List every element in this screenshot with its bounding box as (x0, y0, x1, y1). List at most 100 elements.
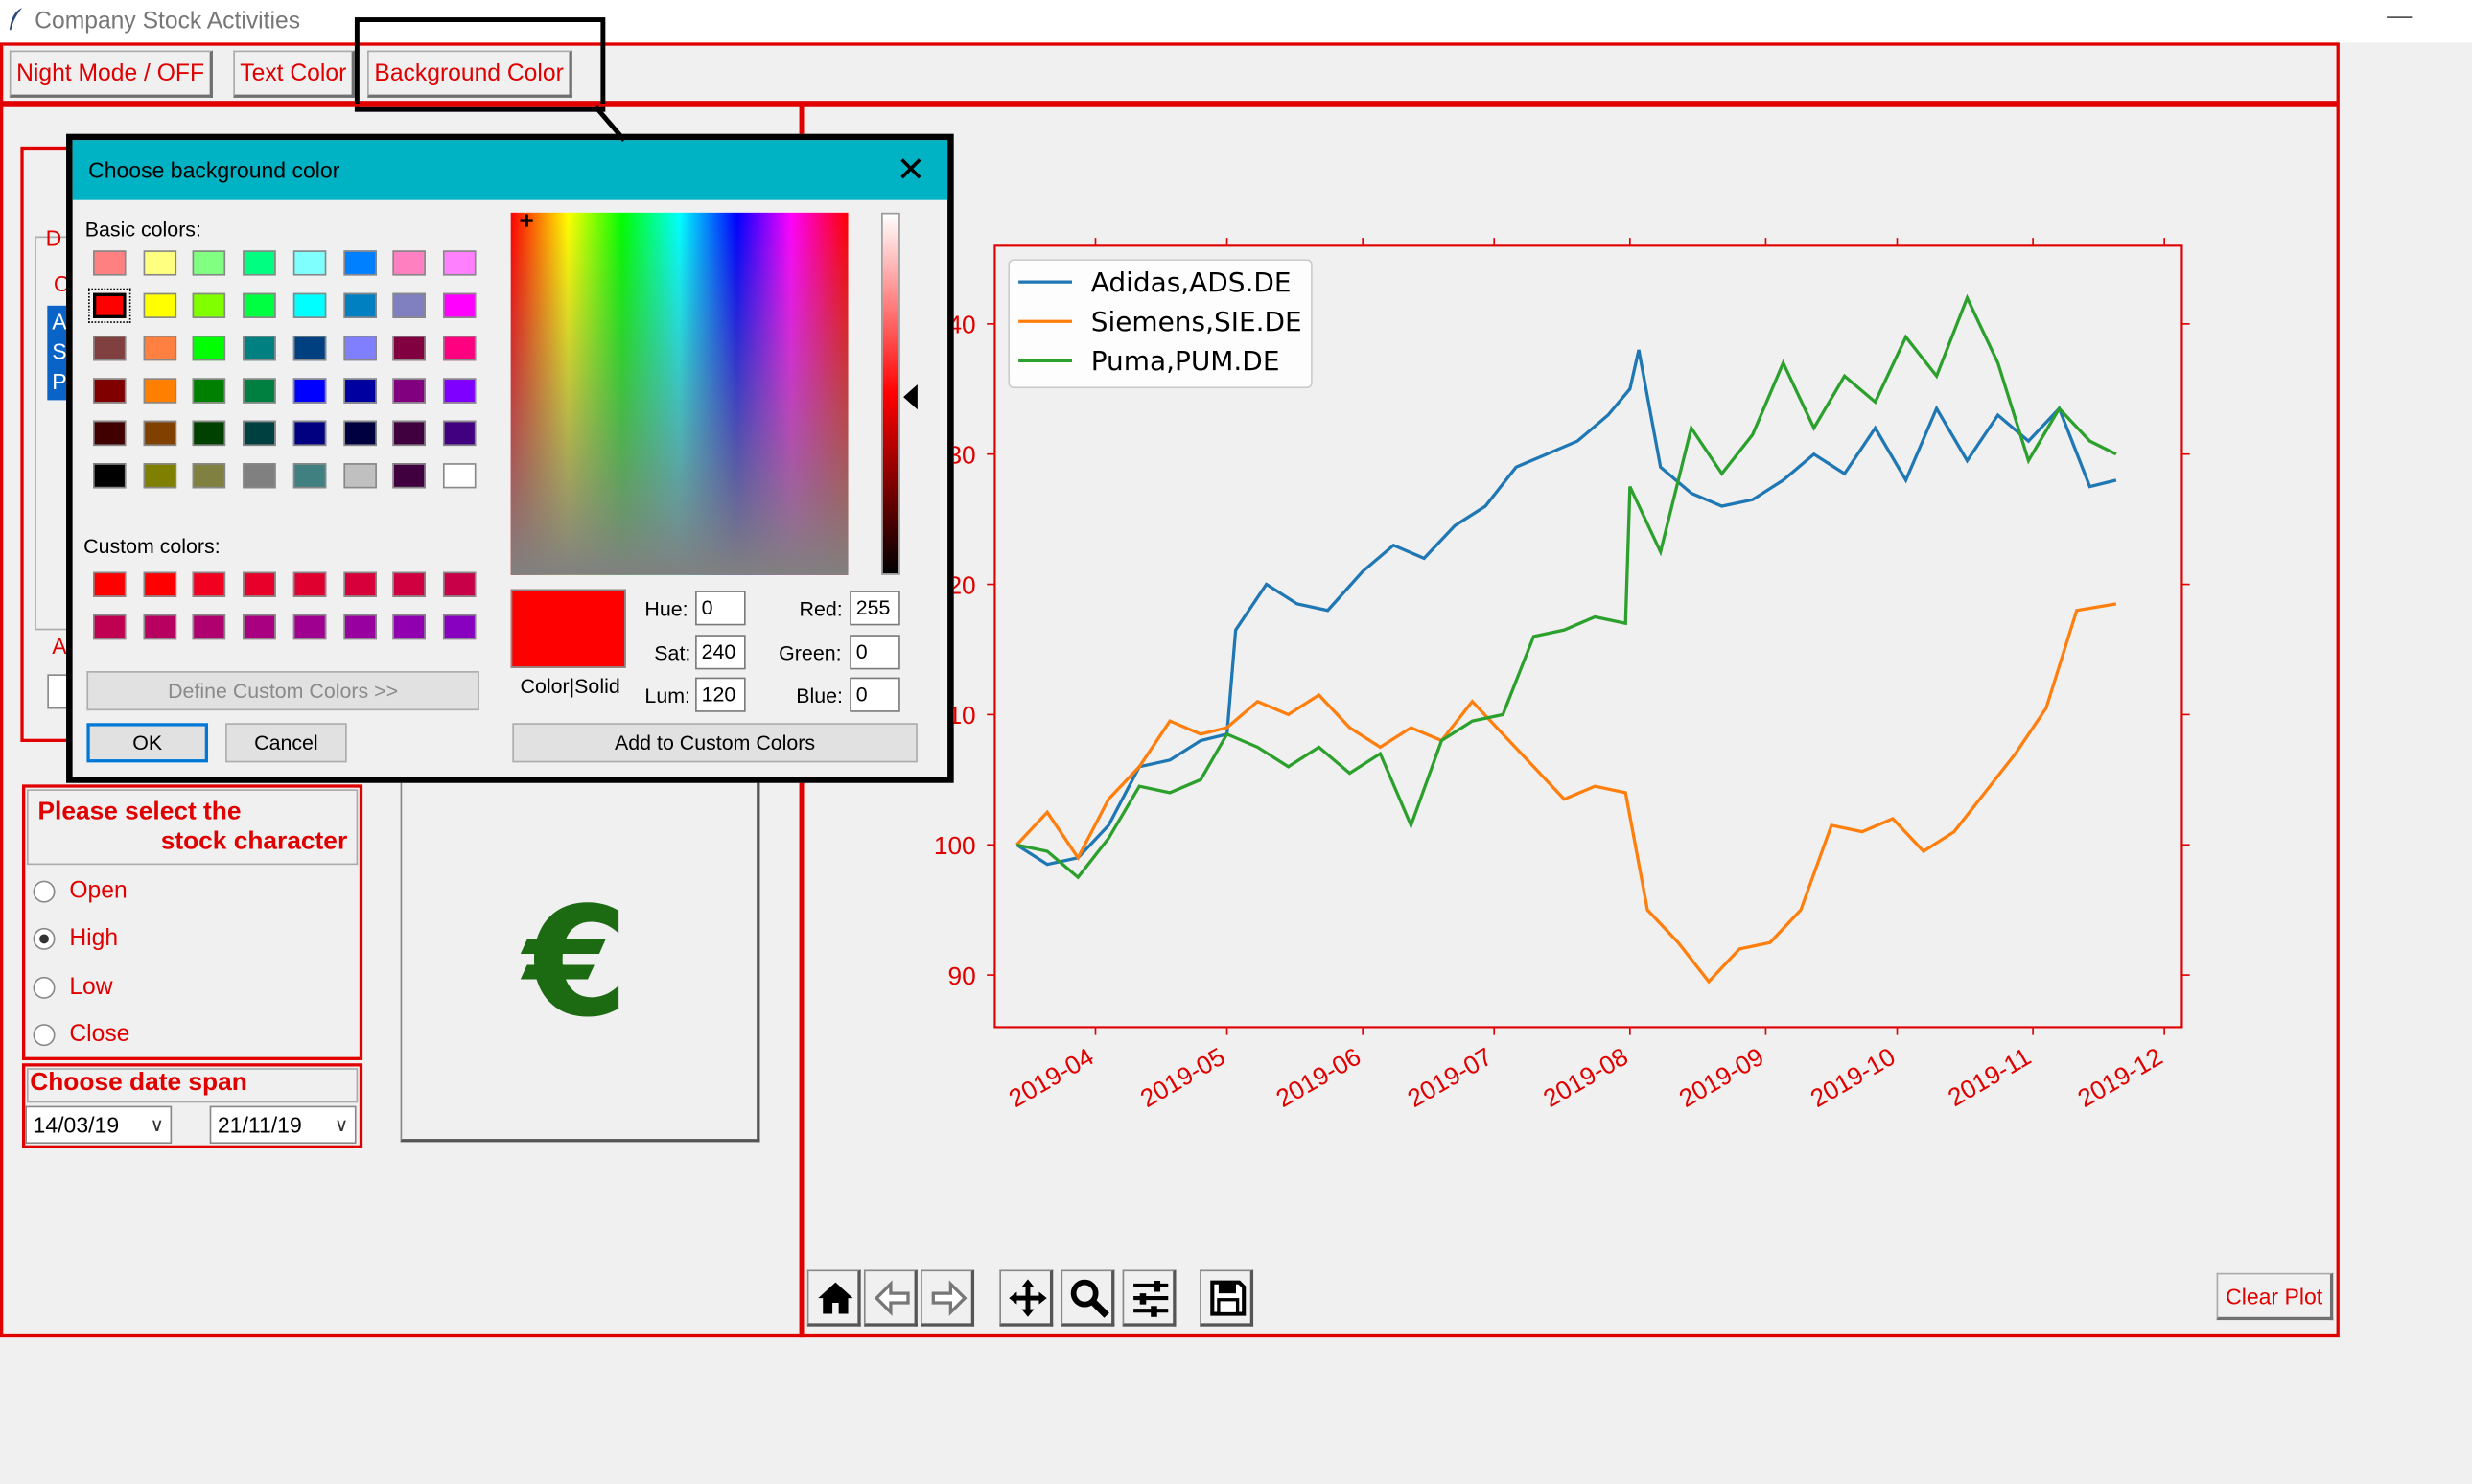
custom-color-swatch[interactable] (442, 571, 477, 597)
custom-color-swatch[interactable] (442, 614, 477, 640)
forward-button[interactable] (921, 1269, 975, 1327)
basic-color-swatch[interactable] (292, 463, 326, 489)
ok-button[interactable]: OK (86, 723, 209, 763)
basic-color-swatch[interactable] (93, 420, 127, 447)
basic-color-swatch[interactable] (143, 292, 176, 318)
save-button[interactable] (1200, 1269, 1254, 1327)
basic-color-swatch[interactable] (342, 292, 377, 318)
basic-color-swatch[interactable] (93, 250, 127, 276)
hue-input[interactable]: 0 (695, 591, 746, 626)
basic-color-swatch[interactable] (143, 378, 176, 404)
custom-color-swatch[interactable] (143, 614, 176, 640)
basic-color-swatch[interactable] (193, 420, 226, 447)
basic-color-swatch[interactable] (342, 250, 377, 276)
date-to-combo[interactable]: 21/11/19 ∨ (209, 1105, 357, 1145)
basic-color-swatch[interactable] (243, 250, 276, 276)
custom-color-swatch[interactable] (193, 614, 226, 640)
basic-color-swatch[interactable] (193, 463, 226, 489)
radio-open[interactable]: Open (33, 877, 128, 904)
basic-color-swatch[interactable] (243, 378, 276, 404)
custom-color-swatch[interactable] (292, 614, 326, 640)
basic-color-swatch[interactable] (392, 420, 427, 447)
zoom-button[interactable] (1061, 1269, 1115, 1327)
basic-color-swatch[interactable] (442, 378, 477, 404)
basic-color-swatch[interactable] (342, 463, 377, 489)
radio-close[interactable]: Close (33, 1021, 129, 1048)
home-button[interactable] (806, 1269, 861, 1327)
custom-color-swatch[interactable] (342, 571, 377, 597)
basic-color-swatch[interactable] (93, 378, 127, 404)
basic-color-swatch[interactable] (243, 292, 276, 318)
basic-color-swatch[interactable] (292, 292, 326, 318)
pan-button[interactable] (999, 1269, 1054, 1327)
chevron-down-icon[interactable]: ∨ (335, 1107, 348, 1142)
basic-color-swatch[interactable] (442, 420, 477, 447)
custom-color-swatch[interactable] (292, 571, 326, 597)
custom-color-swatch[interactable] (392, 614, 427, 640)
basic-color-swatch[interactable] (342, 336, 377, 361)
basic-color-swatch[interactable] (392, 250, 427, 276)
window-title: Company Stock Activities (35, 8, 301, 35)
close-icon[interactable]: ✕ (897, 150, 925, 191)
basic-color-swatch[interactable] (243, 420, 276, 447)
basic-color-swatch[interactable] (193, 336, 226, 361)
define-custom-colors-button[interactable]: Define Custom Colors >> (86, 671, 479, 711)
basic-color-swatch[interactable] (243, 463, 276, 489)
red-label: Red: (799, 596, 843, 621)
minimize-button[interactable]: — (2387, 3, 2412, 32)
basic-color-swatch[interactable] (392, 378, 427, 404)
date-from-combo[interactable]: 14/03/19 ∨ (25, 1105, 173, 1145)
custom-color-swatch[interactable] (93, 571, 127, 597)
custom-color-swatch[interactable] (392, 571, 427, 597)
basic-color-swatch[interactable] (392, 336, 427, 361)
basic-color-swatch[interactable] (93, 336, 127, 361)
text-color-button[interactable]: Text Color (233, 50, 355, 98)
basic-color-swatch[interactable] (342, 420, 377, 447)
sat-input[interactable]: 240 (695, 635, 746, 670)
radio-low[interactable]: Low (33, 974, 113, 1000)
chevron-down-icon[interactable]: ∨ (151, 1107, 164, 1142)
red-input[interactable]: 255 (850, 591, 900, 626)
basic-color-swatch[interactable] (292, 336, 326, 361)
luminance-pointer-icon[interactable] (903, 383, 918, 410)
basic-color-swatch[interactable] (143, 336, 176, 361)
basic-color-swatch[interactable] (442, 250, 477, 276)
lum-input[interactable]: 120 (695, 677, 746, 712)
luminance-slider[interactable] (881, 212, 900, 575)
radio-high[interactable]: High (33, 925, 118, 952)
basic-color-swatch[interactable] (442, 463, 477, 489)
basic-color-swatch[interactable] (442, 292, 477, 318)
basic-color-swatch[interactable] (442, 336, 477, 361)
clear-plot-button[interactable]: Clear Plot (2216, 1272, 2334, 1321)
custom-color-swatch[interactable] (243, 614, 276, 640)
basic-color-swatch[interactable] (342, 378, 377, 404)
basic-color-swatch[interactable] (392, 292, 427, 318)
basic-color-swatch[interactable] (292, 250, 326, 276)
basic-color-swatch[interactable] (292, 378, 326, 404)
color-spectrum[interactable] (510, 212, 849, 575)
basic-color-swatch[interactable] (292, 420, 326, 447)
basic-color-swatch[interactable] (143, 463, 176, 489)
custom-color-swatch[interactable] (193, 571, 226, 597)
basic-color-swatch[interactable] (143, 250, 176, 276)
back-arrow-icon (874, 1280, 910, 1316)
custom-color-swatch[interactable] (243, 571, 276, 597)
basic-color-swatch[interactable] (193, 292, 226, 318)
back-button[interactable] (863, 1269, 918, 1327)
basic-color-swatch[interactable] (243, 336, 276, 361)
basic-color-swatch[interactable] (93, 463, 127, 489)
blue-input[interactable]: 0 (850, 677, 900, 712)
custom-color-swatch[interactable] (342, 614, 377, 640)
configure-button[interactable] (1122, 1269, 1177, 1327)
basic-color-swatch[interactable] (88, 288, 131, 323)
custom-color-swatch[interactable] (93, 614, 127, 640)
add-to-custom-colors-button[interactable]: Add to Custom Colors (512, 723, 918, 763)
custom-color-swatch[interactable] (143, 571, 176, 597)
cancel-button[interactable]: Cancel (225, 723, 347, 763)
basic-color-swatch[interactable] (193, 250, 226, 276)
basic-color-swatch[interactable] (143, 420, 176, 447)
basic-color-swatch[interactable] (193, 378, 226, 404)
night-mode-button[interactable]: Night Mode / OFF (9, 50, 213, 98)
basic-color-swatch[interactable] (392, 463, 427, 489)
green-input[interactable]: 0 (850, 635, 900, 670)
